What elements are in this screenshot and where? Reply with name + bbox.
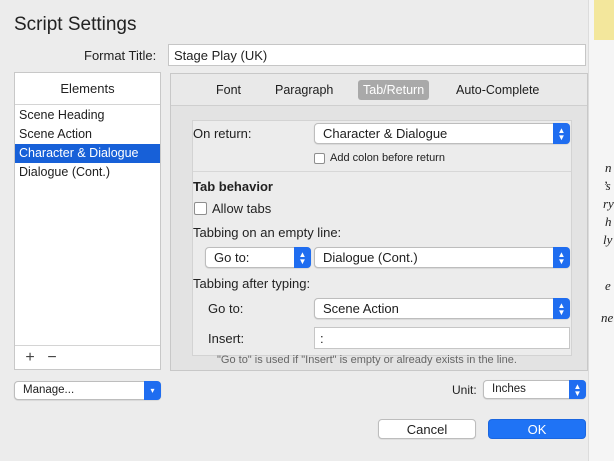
up-down-arrows-icon: ▲ ▼ bbox=[294, 247, 311, 268]
empty-line-target-value: Dialogue (Cont.) bbox=[323, 250, 418, 265]
background-text-fragment: ne bbox=[601, 310, 614, 325]
hint-text: "Go to" is used if "Insert" is empty or … bbox=[217, 354, 517, 366]
unit-value: Inches bbox=[492, 383, 526, 395]
divider bbox=[193, 171, 571, 172]
up-down-arrows-icon: ▲ ▼ bbox=[553, 247, 570, 268]
elements-list: Elements Scene Heading Scene Action Char… bbox=[14, 72, 161, 370]
up-down-arrows-icon: ▲ ▼ bbox=[553, 298, 570, 319]
list-item-scene-heading[interactable]: Scene Heading bbox=[15, 106, 160, 125]
cancel-button[interactable]: Cancel bbox=[378, 419, 476, 439]
manage-popup[interactable]: Manage... ▾ bbox=[14, 381, 161, 400]
empty-line-label: Tabbing on an empty line: bbox=[193, 225, 342, 240]
up-down-arrows-icon: ▲ ▼ bbox=[569, 380, 586, 399]
chevron-down-icon: ▾ bbox=[144, 381, 161, 400]
goto-label: Go to: bbox=[208, 301, 244, 316]
unit-label: Unit: bbox=[452, 383, 477, 397]
insert-field[interactable]: : bbox=[314, 327, 570, 349]
settings-panel: Font Paragraph Tab/Return Auto-Complete … bbox=[170, 73, 588, 371]
add-colon-checkbox[interactable] bbox=[314, 153, 325, 164]
unit-popup[interactable]: Inches ▲ ▼ bbox=[483, 380, 586, 399]
on-return-label: On return: bbox=[193, 126, 252, 141]
allow-tabs-label: Allow tabs bbox=[212, 201, 272, 216]
insert-label: Insert: bbox=[208, 331, 245, 346]
format-title-field[interactable]: Stage Play (UK) bbox=[168, 44, 586, 66]
after-typing-label: Tabbing after typing: bbox=[193, 276, 311, 291]
empty-line-action-value: Go to: bbox=[214, 250, 250, 265]
tab-font[interactable]: Font bbox=[211, 80, 246, 100]
background-highlight bbox=[594, 0, 614, 40]
on-return-popup[interactable]: Character & Dialogue ▲ ▼ bbox=[314, 123, 570, 144]
empty-line-action-popup[interactable]: Go to: ▲ ▼ bbox=[205, 247, 311, 268]
background-text-fragment: ry bbox=[603, 196, 614, 211]
list-item-character-dialogue[interactable]: Character & Dialogue bbox=[15, 144, 160, 163]
list-item-dialogue-cont[interactable]: Dialogue (Cont.) bbox=[15, 163, 160, 182]
tab-bar: Font Paragraph Tab/Return Auto-Complete bbox=[171, 74, 587, 106]
ok-button[interactable]: OK bbox=[488, 419, 586, 439]
background-text-fragment: n bbox=[605, 160, 612, 175]
tab-paragraph[interactable]: Paragraph bbox=[270, 80, 338, 100]
background-text-fragment: ’s bbox=[603, 178, 611, 193]
background-text-fragment: h bbox=[605, 214, 612, 229]
tab-return-content: On return: Character & Dialogue ▲ ▼ Add c… bbox=[192, 120, 572, 356]
allow-tabs-checkbox[interactable] bbox=[194, 202, 207, 215]
add-colon-label: Add colon before return bbox=[330, 152, 445, 164]
list-footer: + − bbox=[15, 345, 160, 370]
format-title-label: Format Title: bbox=[84, 48, 157, 63]
elements-header: Elements bbox=[15, 73, 160, 105]
empty-line-target-popup[interactable]: Dialogue (Cont.) ▲ ▼ bbox=[314, 247, 570, 268]
list-item-scene-action[interactable]: Scene Action bbox=[15, 125, 160, 144]
remove-element-button[interactable]: − bbox=[41, 346, 63, 370]
up-down-arrows-icon: ▲ ▼ bbox=[553, 123, 570, 144]
window-title: Script Settings bbox=[14, 14, 137, 35]
add-element-button[interactable]: + bbox=[19, 346, 41, 370]
tab-tab-return[interactable]: Tab/Return bbox=[358, 80, 430, 100]
after-typing-goto-value: Scene Action bbox=[323, 301, 399, 316]
manage-popup-value: Manage... bbox=[23, 384, 75, 396]
tab-behavior-heading: Tab behavior bbox=[193, 179, 273, 194]
background-text-fragment: e bbox=[605, 278, 611, 293]
on-return-value: Character & Dialogue bbox=[323, 126, 448, 141]
background-text-fragment: ly bbox=[603, 232, 613, 247]
after-typing-goto-popup[interactable]: Scene Action ▲ ▼ bbox=[314, 298, 570, 319]
background-document: n ’s ry h ly e ne bbox=[588, 0, 614, 461]
tab-auto-complete[interactable]: Auto-Complete bbox=[451, 80, 544, 100]
